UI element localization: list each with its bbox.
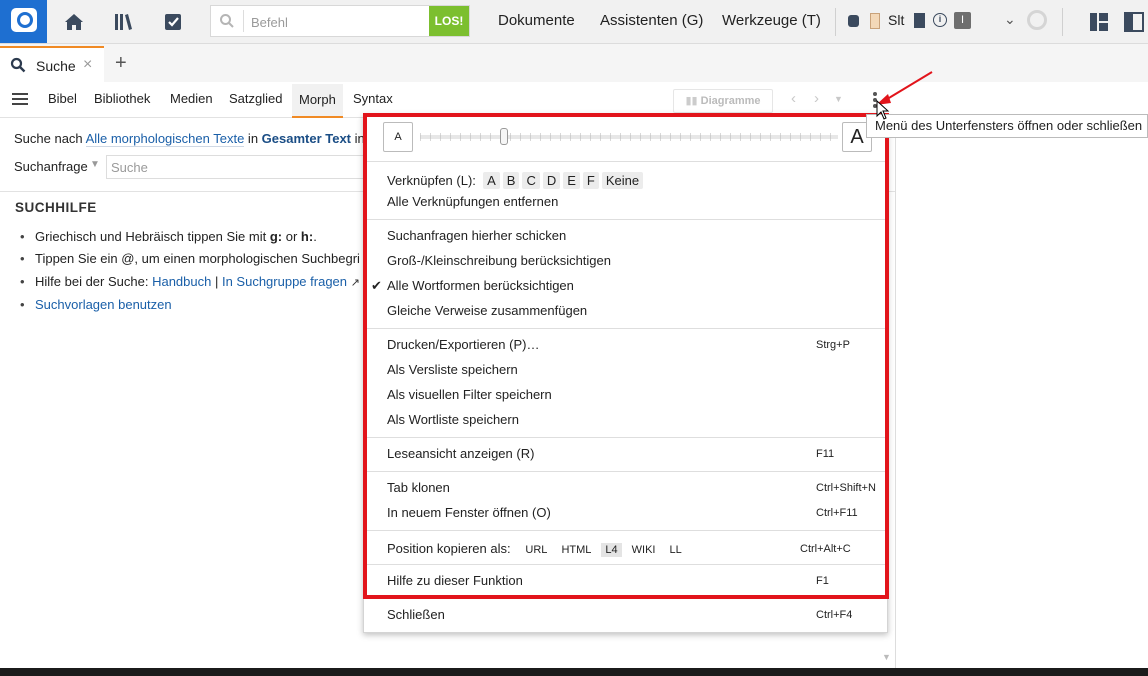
search-group-link[interactable]: In Suchgruppe fragen	[222, 274, 347, 289]
command-box: LOS!	[210, 5, 470, 37]
help-item: Griechisch und Hebräisch tippen Sie mit …	[20, 229, 317, 244]
query-label[interactable]: Suchanfrage	[14, 159, 88, 174]
tooltip: Menü des Unterfensters öffnen oder schli…	[866, 114, 1148, 138]
logo-icon	[11, 8, 37, 32]
diagrams-button[interactable]: ▮▮ Diagramme	[673, 89, 773, 113]
shortcut-label: Ctrl+F4	[816, 609, 853, 621]
refresh-icon[interactable]	[1027, 10, 1047, 30]
chart-icon: ▮▮	[685, 95, 701, 107]
tab-search[interactable]: Suche ×	[0, 46, 104, 82]
tab-label: Suche	[36, 58, 76, 74]
tab-strip	[0, 44, 1148, 82]
add-tab-button[interactable]: +	[115, 52, 127, 75]
command-input[interactable]	[249, 11, 433, 33]
menu-documents[interactable]: Dokumente	[498, 12, 575, 29]
document-icon[interactable]	[914, 13, 925, 28]
layout-icon[interactable]	[1089, 12, 1109, 35]
manual-link[interactable]: Handbuch	[152, 274, 211, 289]
info-icon[interactable]: i	[933, 13, 947, 27]
bookmark-icon[interactable]	[870, 13, 880, 29]
external-link-icon: ↗	[350, 277, 360, 289]
help-item: Tippen Sie ein @, um einen morphologisch…	[20, 251, 360, 266]
morph-texts-link[interactable]: Alle morphologischen Texte	[85, 131, 245, 147]
chevron-left-icon[interactable]: ‹	[791, 90, 796, 107]
menu-assistants[interactable]: Assistenten (G)	[600, 12, 703, 29]
tab-morph[interactable]: Morph	[292, 84, 343, 118]
app-logo-button[interactable]	[0, 0, 47, 43]
tab-bible[interactable]: Bibel	[48, 91, 77, 106]
search-templates-link[interactable]: Suchvorlagen benutzen	[35, 297, 172, 312]
taskbar	[0, 668, 1148, 676]
chevron-right-icon[interactable]: ›	[814, 90, 819, 107]
library-icon[interactable]	[113, 11, 135, 33]
search-icon	[220, 14, 234, 28]
caret-down-icon[interactable]: ▼	[834, 94, 843, 104]
menu-tools[interactable]: Werkzeuge (T)	[722, 12, 821, 29]
sync-icon[interactable]	[848, 15, 859, 27]
window-icon[interactable]	[1124, 12, 1144, 35]
help-title: SUCHHILFE	[15, 200, 97, 215]
caret-down-icon[interactable]: ▼	[90, 159, 100, 170]
range-link[interactable]: Gesamter Text	[262, 131, 351, 146]
help-item: Suchvorlagen benutzen	[20, 297, 172, 312]
search-icon	[10, 57, 26, 73]
hamburger-icon[interactable]	[12, 93, 28, 105]
home-icon[interactable]	[63, 11, 85, 33]
mouse-cursor-icon	[876, 100, 890, 120]
go-button[interactable]: LOS!	[429, 6, 469, 36]
tab-media[interactable]: Medien	[170, 91, 213, 106]
scroll-down-icon[interactable]: ▼	[882, 652, 891, 662]
close-tab-icon[interactable]: ×	[83, 56, 92, 74]
highlight-box	[363, 113, 889, 599]
help-item: Hilfe bei der Suche: Handbuch | In Suchg…	[20, 274, 360, 289]
tab-library[interactable]: Bibliothek	[94, 91, 150, 106]
menu-item-close[interactable]: Schließen	[387, 607, 445, 622]
tab-clause[interactable]: Satzglied	[229, 91, 282, 106]
tab-syntax[interactable]: Syntax	[353, 91, 393, 106]
status-label[interactable]: Slt	[888, 12, 904, 28]
expand-icon[interactable]: ⌄	[1004, 11, 1016, 28]
info-badge[interactable]: I	[954, 12, 971, 29]
tasks-icon[interactable]	[162, 11, 184, 33]
search-description: Suche nach Alle morphologischen Texte in…	[14, 131, 381, 147]
